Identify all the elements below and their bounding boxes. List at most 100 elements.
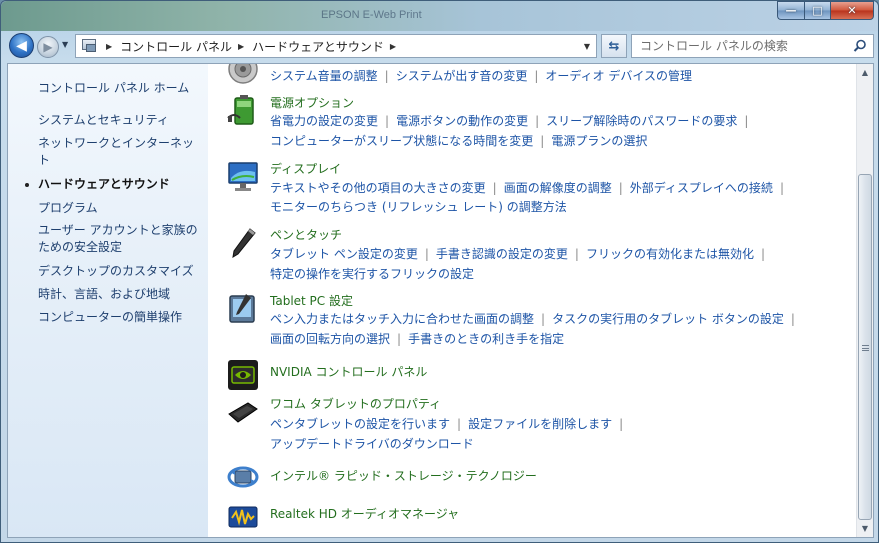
search-input[interactable] xyxy=(640,36,850,56)
link-change-text-size[interactable]: テキストやその他の項目の大きさの変更 xyxy=(270,181,486,195)
address-bar[interactable]: ▶ コントロール パネル ▶ ハードウェアとサウンド ▶ ▼ xyxy=(75,34,597,58)
scroll-up-icon[interactable]: ▲ xyxy=(857,64,873,81)
link-calibrate-screen[interactable]: ペン入力またはタッチ入力に合わせた画面の調整 xyxy=(270,312,534,326)
sidebar-item-system-security[interactable]: システムとセキュリティ xyxy=(38,112,203,129)
link-separator: | xyxy=(618,181,623,195)
link-change-power-saving[interactable]: 省電力の設定の変更 xyxy=(270,114,378,128)
scrollbar-grip-icon xyxy=(862,345,869,351)
category-title-tablet-pc[interactable]: Tablet PC 設定 xyxy=(270,292,353,309)
category-title-pen-touch[interactable]: ペンとタッチ xyxy=(270,226,342,243)
sidebar-item-control-panel-home[interactable]: コントロール パネル ホーム xyxy=(38,80,203,97)
caption-buttons: — □ ✕ xyxy=(777,1,874,21)
link-change-power-buttons[interactable]: 電源ボタンの動作の変更 xyxy=(396,114,528,128)
title-bar[interactable]: EPSON E-Web Print — □ ✕ xyxy=(1,1,878,31)
control-panel-icon xyxy=(80,38,100,54)
category-title-wacom[interactable]: ワコム タブレットのプロパティ xyxy=(270,395,441,412)
link-separator: | xyxy=(760,247,765,261)
display-links-row-2: モニターのちらつき (リフレッシュ レート) の調整方法 xyxy=(270,198,567,215)
scroll-down-icon[interactable]: ▼ xyxy=(857,520,873,537)
monitor-icon[interactable] xyxy=(226,160,260,194)
content-area: コントロール パネル ホーム システムとセキュリティ ネットワークとインターネッ… xyxy=(7,63,874,538)
back-button[interactable]: ◀ xyxy=(9,33,34,58)
sidebar-item-user-accounts[interactable]: ユーザー アカウントと家族のための安全設定 xyxy=(38,222,203,256)
wacom-links-row-2: アップデートドライバのダウンロード xyxy=(270,435,474,452)
search-box xyxy=(631,34,874,58)
link-require-password-on-wake[interactable]: スリープ解除時のパスワードの要求 xyxy=(546,114,737,128)
sidebar: コントロール パネル ホーム システムとセキュリティ ネットワークとインターネッ… xyxy=(8,64,208,537)
link-separator: | xyxy=(619,417,624,431)
active-bullet-icon xyxy=(25,183,29,187)
navigation-bar: ◀ ▶ ▼ ▶ コントロール パネル ▶ ハードウェアとサウンド ▶ ▼ ⇆ xyxy=(7,32,874,60)
back-arrow-icon: ◀ xyxy=(16,37,27,54)
category-title-display[interactable]: ディスプレイ xyxy=(270,160,341,177)
link-separator: | xyxy=(790,312,795,326)
link-handedness[interactable]: 手書きのときの利き手を指定 xyxy=(408,332,564,346)
minimize-button[interactable]: — xyxy=(777,1,804,20)
breadcrumb-separator-icon[interactable]: ▶ xyxy=(106,42,112,51)
link-separator: | xyxy=(385,114,390,128)
sidebar-item-desktop-customization[interactable]: デスクトップのカスタマイズ xyxy=(38,263,203,280)
sidebar-item-clock-language-region[interactable]: 時計、言語、および地域 xyxy=(38,286,203,303)
breadcrumb-control-panel[interactable]: コントロール パネル xyxy=(120,38,232,55)
link-delete-settings-file[interactable]: 設定ファイルを削除します xyxy=(468,417,612,431)
link-adjust-system-volume[interactable]: システム音量の調整 xyxy=(270,69,378,83)
breadcrumb-separator-icon[interactable]: ▶ xyxy=(390,42,396,51)
link-pen-tablet-settings[interactable]: ペンタブレットの設定を行います xyxy=(270,417,450,431)
nvidia-icon[interactable] xyxy=(226,358,260,392)
intel-storage-icon[interactable] xyxy=(226,460,260,494)
link-adjust-resolution[interactable]: 画面の解像度の調整 xyxy=(504,181,612,195)
link-separator: | xyxy=(535,114,540,128)
link-change-pen-settings[interactable]: タブレット ペン設定の変更 xyxy=(270,247,418,261)
address-dropdown-icon[interactable]: ▼ xyxy=(584,42,590,51)
link-manage-audio-devices[interactable]: オーディオ デバイスの管理 xyxy=(545,69,692,83)
sidebar-item-network-internet[interactable]: ネットワークとインターネット xyxy=(38,135,203,169)
link-handwriting-recognition[interactable]: 手書き認識の設定の変更 xyxy=(436,247,568,261)
power-links-row-1: 省電力の設定の変更 | 電源ボタンの動作の変更 | スリープ解除時のパスワードの要求 | xyxy=(270,112,755,129)
close-button[interactable]: ✕ xyxy=(830,1,874,20)
tablet-pc-icon[interactable] xyxy=(226,292,260,326)
link-separator: | xyxy=(534,69,539,83)
link-change-sleep-time[interactable]: コンピューターがスリープ状態になる時間を変更 xyxy=(270,134,533,148)
link-toggle-flicks[interactable]: フリックの有効化または無効化 xyxy=(586,247,754,261)
link-download-driver[interactable]: アップデートドライバのダウンロード xyxy=(270,437,474,451)
battery-icon[interactable] xyxy=(226,94,260,128)
scrollbar-thumb[interactable] xyxy=(858,174,872,520)
link-separator: | xyxy=(424,247,429,261)
breadcrumb-hardware-sound[interactable]: ハードウェアとサウンド xyxy=(252,38,384,55)
link-connect-external-display[interactable]: 外部ディスプレイへの接続 xyxy=(630,181,773,195)
link-choose-power-plan[interactable]: 電源プランの選択 xyxy=(551,134,647,148)
link-set-flicks[interactable]: 特定の操作を実行するフリックの設定 xyxy=(270,267,474,281)
wacom-tablet-icon[interactable] xyxy=(226,396,260,430)
power-links-row-2: コンピューターがスリープ状態になる時間を変更 | 電源プランの選択 xyxy=(270,132,647,149)
link-separator: | xyxy=(541,312,546,326)
pen-links-row-2: 特定の操作を実行するフリックの設定 xyxy=(270,265,474,282)
realtek-audio-icon[interactable] xyxy=(226,500,260,534)
category-title-power[interactable]: 電源オプション xyxy=(270,94,354,111)
link-separator: | xyxy=(492,181,497,195)
close-icon: ✕ xyxy=(847,4,857,17)
vertical-scrollbar[interactable]: ▲ ▼ xyxy=(856,64,873,537)
window-frame: EPSON E-Web Print — □ ✕ ◀ ▶ ▼ ▶ コントロール パ… xyxy=(0,0,879,543)
category-title-nvidia[interactable]: NVIDIA コントロール パネル xyxy=(270,363,427,380)
refresh-button[interactable]: ⇆ xyxy=(601,34,627,58)
speaker-icon[interactable] xyxy=(226,63,260,86)
link-separator: | xyxy=(384,69,389,83)
link-change-system-sounds[interactable]: システムが出す音の変更 xyxy=(396,69,528,83)
maximize-button[interactable]: □ xyxy=(804,1,830,20)
link-screen-rotation[interactable]: 画面の回転方向の選択 xyxy=(270,332,390,346)
link-tablet-buttons[interactable]: タスクの実行用のタブレット ボタンの設定 xyxy=(552,312,784,326)
link-separator: | xyxy=(397,332,402,346)
search-icon[interactable] xyxy=(853,39,867,53)
link-refresh-rate[interactable]: モニターのちらつき (リフレッシュ レート) の調整方法 xyxy=(270,200,567,214)
breadcrumb-separator-icon[interactable]: ▶ xyxy=(238,42,244,51)
category-title-realtek[interactable]: Realtek HD オーディオマネージャ xyxy=(270,505,459,522)
forward-button[interactable]: ▶ xyxy=(37,36,59,58)
link-separator: | xyxy=(744,114,749,128)
sidebar-item-ease-of-access[interactable]: コンピューターの簡単操作 xyxy=(38,309,203,326)
recent-pages-button[interactable]: ▼ xyxy=(62,40,68,49)
category-title-intel-rst[interactable]: インテル® ラピッド・ストレージ・テクノロジー xyxy=(270,467,537,484)
pen-icon[interactable] xyxy=(226,226,260,260)
sidebar-item-programs[interactable]: プログラム xyxy=(38,200,203,217)
link-separator: | xyxy=(779,181,784,195)
tablet-links-row-1: ペン入力またはタッチ入力に合わせた画面の調整 | タスクの実行用のタブレット ボタン… xyxy=(270,310,802,327)
